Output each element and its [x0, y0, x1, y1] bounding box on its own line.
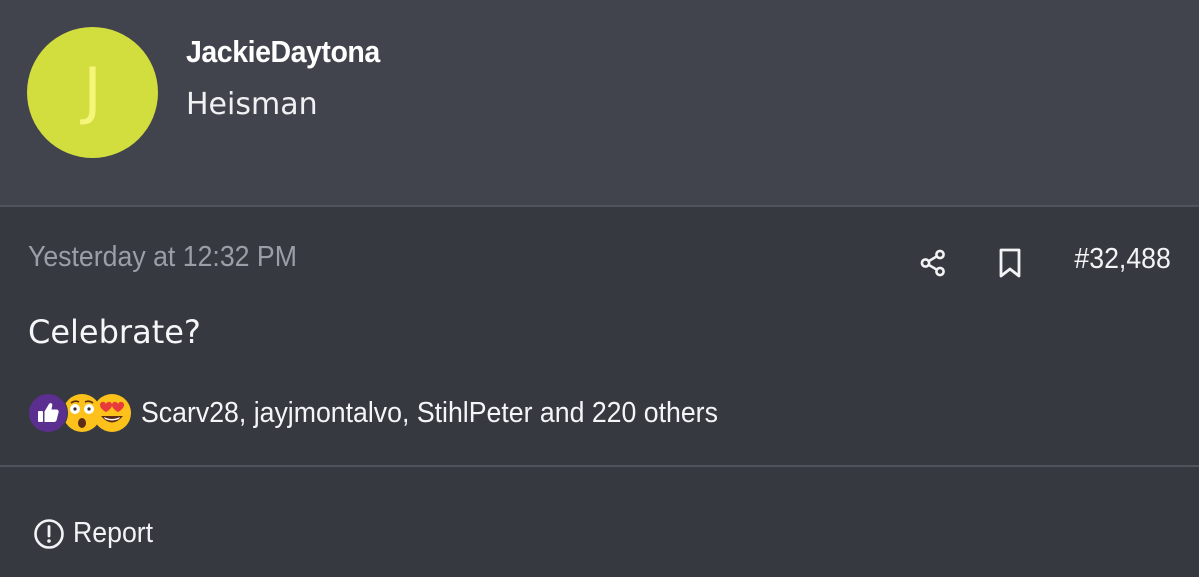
- reactions-summary[interactable]: Scarv28, jayjmontalvo, StihlPeter and 22…: [141, 397, 718, 430]
- bookmark-button[interactable]: [992, 245, 1028, 281]
- report-icon: [34, 518, 64, 549]
- avatar[interactable]: J: [27, 27, 158, 158]
- share-icon: [920, 249, 945, 277]
- post-timestamp[interactable]: Yesterday at 12:32 PM: [28, 241, 297, 274]
- shocked-face-icon: [63, 394, 101, 432]
- report-button[interactable]: Report: [33, 517, 160, 550]
- reactions-bar[interactable]: Scarv28, jayjmontalvo, StihlPeter and 22…: [28, 392, 768, 434]
- post-author-header: J JackieDaytona Heisman: [0, 0, 1199, 205]
- post-number-link[interactable]: #32,488: [1075, 243, 1171, 276]
- report-label: Report: [73, 517, 154, 549]
- divider: [0, 205, 1199, 207]
- reaction-icons: [28, 392, 134, 434]
- username[interactable]: JackieDaytona: [186, 34, 380, 70]
- share-button[interactable]: [915, 245, 951, 281]
- post-body: Celebrate?: [28, 313, 201, 351]
- thumbs-up-icon: [28, 393, 68, 433]
- avatar-initial: J: [83, 53, 102, 127]
- divider: [0, 465, 1199, 467]
- user-title: Heisman: [186, 87, 318, 122]
- bookmark-icon: [999, 248, 1021, 278]
